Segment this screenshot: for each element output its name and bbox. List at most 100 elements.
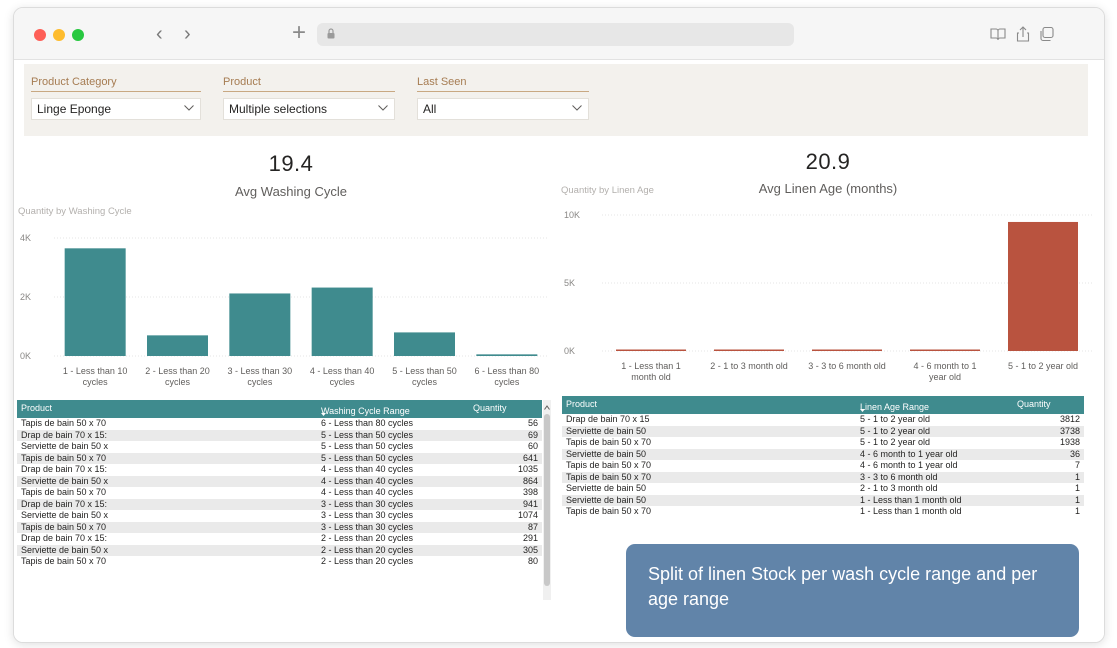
table-row[interactable]: Drap de bain 70 x 15 5 - 1 to 2 year old 3… [562,414,1084,426]
kpi-avg-washing-cycle-value: 19.4 [268,151,314,176]
bar[interactable] [812,349,882,352]
table-cell: 6 - Less than 80 cycles [321,418,414,428]
column-header-product[interactable]: Product [21,403,52,413]
table-row[interactable]: Drap de bain 70 x 15: 2 - Less than 20 cy… [17,533,542,545]
table-row[interactable]: Serviette de bain 50 5 - 1 to 2 year old 3… [562,425,1084,437]
table-cell: 60 [527,441,538,451]
table-row[interactable]: Tapis de bain 50 x 70 5 - 1 to 2 year old… [562,437,1084,449]
product-category-dropdown[interactable]: Linge Eponge [31,98,201,120]
table-row[interactable]: Drap de bain 70 x 15: 4 - Less than 40 cy… [17,464,542,476]
table-row[interactable]: Tapis de bain 50 x 70 2 - Less than 20 cy… [17,556,542,568]
table-row[interactable]: Tapis de bain 50 x 70 3 - 3 to 6 month ol… [562,471,1084,483]
table-row[interactable]: Tapis de bain 50 x 70 5 - Less than 50 cy… [17,452,542,464]
zoom-window-button[interactable] [72,29,84,41]
y-tick-label: 5K [564,278,575,288]
table-row[interactable]: Serviette de bain 50 x 3 - Less than 30 c… [17,510,542,522]
table-header: Product Washing Cycle Range Quantity [17,400,542,418]
plus-icon[interactable]: + [292,20,306,46]
bar[interactable] [714,349,784,352]
table-row[interactable]: Serviette de bain 50 1 - Less than 1 mont… [562,494,1084,506]
table-row[interactable]: Drap de bain 70 x 15: 3 - Less than 30 cy… [17,498,542,510]
table-cell: Tapis de bain 50 x 70 [21,556,107,566]
table-cell: 5 - 1 to 2 year old [860,437,931,447]
bar[interactable] [476,354,538,356]
table-row[interactable]: Serviette de bain 50 x 5 - Less than 50 c… [17,441,542,453]
chart-title-washing-cycle: Quantity by Washing Cycle [18,206,132,217]
tabs-icon[interactable] [1038,25,1056,43]
chevron-left-icon[interactable]: ‹ [156,22,163,46]
bar[interactable] [229,293,291,356]
chevron-up-icon[interactable] [544,405,550,410]
table-row[interactable]: Tapis de bain 50 x 70 4 - 6 month to 1 ye… [562,460,1084,472]
column-header-linen-age-range[interactable]: Linen Age Range [860,399,930,412]
table-row[interactable]: Serviette de bain 50 x 2 - Less than 20 c… [17,544,542,556]
table-row[interactable]: Tapis de bain 50 x 70 3 - Less than 30 cy… [17,521,542,533]
column-header-product[interactable]: Product [566,399,597,409]
table-row[interactable]: Tapis de bain 50 x 70 6 - Less than 80 cy… [17,418,542,430]
browser-toolbar: ‹ › + [14,8,1104,60]
table-row[interactable]: Tapis de bain 50 x 70 1 - Less than 1 mon… [562,506,1084,518]
table-cell: 69 [527,429,538,440]
table-washing-cycle: Product Washing Cycle Range Quantity Tap… [17,400,542,568]
table-cell: Tapis de bain 50 x 70 [21,487,107,497]
column-header-quantity[interactable]: Quantity [1017,399,1051,409]
table-scrollbar[interactable] [543,400,551,600]
book-icon[interactable] [989,25,1007,43]
table-body: Drap de bain 70 x 15 5 - 1 to 2 year old 3… [562,414,1084,518]
table-cell: Serviette de bain 50 [566,425,647,436]
bar[interactable] [147,335,208,356]
product-dropdown[interactable]: Multiple selections [223,98,395,120]
table-cell: Tapis de bain 50 x 70 [566,460,652,470]
chart-title-linen-age: Quantity by Linen Age [561,185,654,196]
lock-icon [327,28,335,39]
bar[interactable] [394,332,455,356]
table-cell: 3812 [1059,414,1080,424]
table-row[interactable]: Serviette de bain 50 4 - 6 month to 1 yea… [562,448,1084,460]
slicer-label: Last Seen [417,76,589,92]
dropdown-value: Multiple selections [229,102,328,116]
scrollbar-thumb[interactable] [544,414,550,586]
table-cell: 1035 [517,464,538,474]
address-bar[interactable] [317,23,794,46]
chevron-right-icon[interactable]: › [184,22,191,46]
chart-quantity-by-linen-age: 0K 5K 10K 1 - Less than 1month old 2 - 1 to … [564,210,1092,382]
x-tick-label: 1 - Less than 1 [621,361,681,371]
callout-annotation: Split of linen Stock per wash cycle rang… [626,544,1079,637]
y-tick-label: 4K [20,233,31,243]
minimize-window-button[interactable] [53,29,65,41]
table-row[interactable]: Serviette de bain 50 2 - 1 to 3 month old… [562,483,1084,495]
x-tick-label: month old [631,372,671,382]
y-tick-label: 0K [564,346,575,356]
slicer-label: Product Category [31,76,201,92]
x-tick-label: 3 - 3 to 6 month old [808,361,886,371]
bar[interactable] [910,349,980,352]
x-tick-label: 4 - 6 month to 1 [913,361,976,371]
table-row[interactable]: Drap de bain 70 x 15: 5 - Less than 50 cy… [17,429,542,441]
table-cell: 5 - Less than 50 cycles [321,441,414,451]
column-header-label: Linen Age Range [860,402,930,412]
report-canvas: Product Category Linge Eponge Product Mu… [14,60,1104,642]
table-cell: Tapis de bain 50 x 70 [21,521,107,532]
x-tick-label: cycles [330,377,356,387]
bar[interactable] [64,248,126,356]
last-seen-dropdown[interactable]: All [417,98,589,120]
table-cell: 2 - Less than 20 cycles [321,544,414,555]
column-header-washing-cycle-range[interactable]: Washing Cycle Range [321,403,410,416]
table-cell: 36 [1069,448,1080,459]
table-cell: 80 [527,556,538,566]
table-cell: 5 - 1 to 2 year old [860,414,931,424]
chevron-down-icon [378,105,388,111]
column-header-quantity[interactable]: Quantity [473,403,507,413]
table-row[interactable]: Serviette de bain 50 x 4 - Less than 40 c… [17,475,542,487]
table-cell: Serviette de bain 50 x [21,510,109,520]
x-tick-label: 2 - Less than 20 [145,366,210,376]
bar[interactable] [1008,221,1078,351]
share-icon[interactable] [1014,25,1032,43]
x-tick-label: 4 - Less than 40 [310,366,375,376]
table-cell: Tapis de bain 50 x 70 [566,437,652,447]
table-row[interactable]: Tapis de bain 50 x 70 4 - Less than 40 cy… [17,487,542,499]
close-window-button[interactable] [34,29,46,41]
table-cell: 3738 [1059,425,1080,436]
bar[interactable] [311,287,373,356]
bar[interactable] [616,349,686,352]
